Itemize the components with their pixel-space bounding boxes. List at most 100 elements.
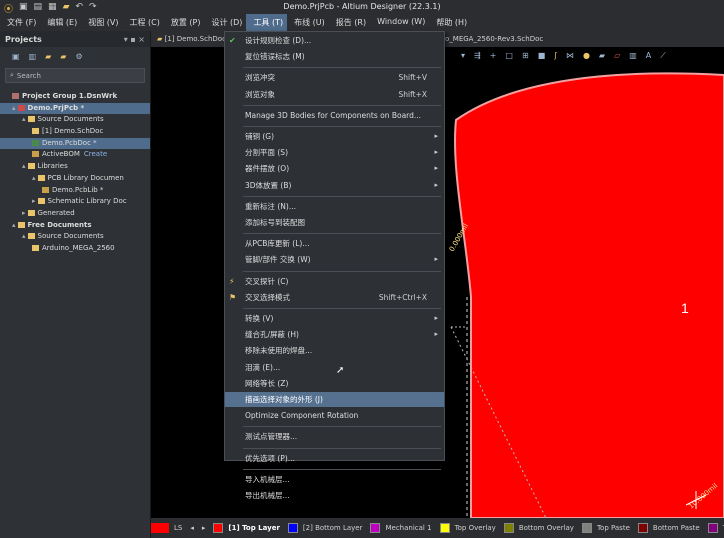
tools-menu-item[interactable]: 重新标注 (N)... [225,199,444,214]
tools-menu-item[interactable]: 3D体放置 (B) ▸ [225,178,444,193]
expand-arrow-icon[interactable]: ▴ [32,174,36,182]
tree-item[interactable]: ▴ Libraries [0,161,150,173]
scroll-right-button[interactable]: ▸ [202,524,206,532]
tools-menu-item[interactable]: 分割平面 (S) ▸ [225,145,444,160]
tools-menu-item[interactable]: 测试点管理器... [225,429,444,444]
tree-item[interactable]: ▴ PCB Library Documen [0,173,150,185]
tools-menu-item[interactable]: 导入机械层... [225,472,444,487]
layer-color-swatch [503,523,514,533]
tools-menu-item[interactable]: 复位错误标志 (M) [225,49,444,64]
region-icon[interactable]: ▱ [614,51,620,61]
menu-0[interactable]: 文件 (F) [0,14,40,31]
expand-arrow-icon[interactable]: ▴ [12,104,16,112]
tools-menu-item[interactable]: ✔ 设计规则检查 (D)... [225,33,444,48]
tools-menu-item[interactable]: 移除未使用的焊盘... [225,343,444,358]
tree-item[interactable]: ▸ Generated [0,208,150,220]
menu-1[interactable]: 编辑 (E) [40,14,81,31]
project-options-icon[interactable]: ▥ [29,52,37,61]
layer-tab[interactable]: Bottom Overlay [503,523,574,533]
menu-item-label: 添加标号到装配图 [245,218,305,227]
menu-7[interactable]: 布线 (U) [287,14,329,31]
settings-gear-icon[interactable]: ⚙ [75,52,82,61]
tree-item[interactable]: ActiveBOM Create [0,149,150,161]
tree-item[interactable]: Demo.PcbDoc * [0,137,150,150]
menu-9[interactable]: Window (W) [370,14,429,31]
create-link[interactable]: Create [84,150,107,158]
layer-tab[interactable]: Top Solder [707,523,724,533]
expand-arrow-icon[interactable]: ▴ [22,232,26,240]
tools-menu-item[interactable]: 描画选择对象的外形 (J) [225,392,444,407]
tools-menu-item[interactable]: ⚡ 交叉探针 (C) [225,274,444,289]
menu-8[interactable]: 报告 (R) [329,14,370,31]
tree-item[interactable]: ▴ Source Documents [0,114,150,126]
expand-arrow-icon[interactable]: ▴ [22,115,26,123]
text-icon[interactable]: A [646,51,651,61]
tools-menu-item[interactable]: 浏览对象 Shift+X [225,87,444,102]
menu-10[interactable]: 帮助 (H) [429,14,471,31]
menu-6[interactable]: 工具 (T) [246,14,288,31]
search-input[interactable]: ⌕ Search [5,68,145,83]
expand-arrow-icon[interactable]: ▴ [12,221,16,229]
layer-tab[interactable]: [1] Top Layer [213,523,280,533]
menu-4[interactable]: 放置 (P) [164,14,205,31]
tree-item[interactable]: Demo.PcbLib * [0,185,150,197]
save-project-icon[interactable]: ▣ [12,52,20,61]
interactive-route-icon[interactable]: ʃ [554,51,557,61]
layer-set-button[interactable]: LS [151,523,182,533]
tools-menu-item[interactable]: 缝合孔/屏蔽 (H) ▸ [225,327,444,342]
tools-menu-item[interactable]: 从PCB库更新 (L)... [225,236,444,251]
keepout-icon[interactable]: ▥ [629,51,637,61]
via-icon[interactable]: ● [583,51,590,61]
layer-tab[interactable]: Top Overlay [439,523,496,533]
expand-arrow-icon[interactable]: ▴ [22,162,26,170]
layer-tab[interactable]: [2] Bottom Layer [287,523,362,533]
collapse-arrow-icon[interactable]: ▸ [22,209,26,217]
tree-item[interactable]: [1] Demo.SchDoc [0,126,150,138]
diff-pair-icon[interactable]: ⋈ [566,51,574,61]
menu-item-shortcut: Shift+V [398,73,427,83]
menu-separator [243,67,441,69]
layer-tab-label: Top Paste [596,524,630,532]
menu-2[interactable]: 视图 (V) [81,14,122,31]
collapse-arrow-icon[interactable]: ▸ [32,197,36,205]
tree-item[interactable]: ▴ Source Documents [0,231,150,243]
tools-menu-item[interactable]: 网络等长 (Z) [225,376,444,391]
layer-tab[interactable]: Mechanical 1 [370,523,432,533]
tools-menu-item[interactable]: 导出机械层... [225,488,444,503]
tree-item[interactable]: ▸ Schematic Library Doc [0,196,150,208]
panel-controls[interactable]: ▾ ▪ × [124,35,145,44]
tools-menu-item[interactable]: 器件摆放 (O) ▸ [225,161,444,176]
tools-menu-item[interactable]: Optimize Component Rotation [225,408,444,423]
menu-5[interactable]: 设计 (D) [204,14,246,31]
board-shape[interactable] [453,72,724,518]
tree-item[interactable]: Project Group 1.DsnWrk [0,91,150,103]
scroll-left-button[interactable]: ◂ [190,524,194,532]
polygon-icon[interactable]: ▰ [599,51,605,61]
menu-3[interactable]: 工程 (C) [123,14,164,31]
tab-arduino-schdoc[interactable]: o_MEGA_2560-Rev3.SchDoc [441,31,543,47]
add-folder-icon[interactable]: ▰ [60,52,66,61]
layer-tab[interactable]: Top Paste [581,523,630,533]
tree-item[interactable]: ▴ Free Documents [0,220,150,232]
layer-tab[interactable]: Bottom Paste [637,523,700,533]
tools-menu-item[interactable]: 优先选项 (P)... [225,451,444,466]
tools-menu-item[interactable]: ⚑ 交叉选择模式 Shift+Ctrl+X [225,290,444,305]
line-icon[interactable]: ⟋ [660,51,666,61]
rectangle-icon[interactable]: □ [505,51,513,61]
tab-demo-schdoc[interactable]: ▰ [1] Demo.SchDoc [153,31,226,47]
tools-menu-item[interactable]: Manage 3D Bodies for Components on Board… [225,108,444,123]
filter-icon[interactable]: ▾ [461,51,465,61]
tools-menu-item[interactable]: 转换 (V) ▸ [225,311,444,326]
tools-menu-item[interactable]: 添加标号到装配图 [225,215,444,230]
tools-menu-item[interactable]: 铺铜 (G) ▸ [225,129,444,144]
fill-icon[interactable]: ■ [538,51,546,61]
tree-item[interactable]: ▴ Demo.PrjPcb * [0,102,150,115]
tools-menu-item[interactable]: 浏览冲突 Shift+V [225,70,444,85]
align-icon[interactable]: ⊞ [522,51,529,61]
tools-menu-item[interactable]: 泪滴 (E)... [225,360,444,375]
open-folder-icon[interactable]: ▰ [45,52,51,61]
plus-icon[interactable]: + [490,51,497,61]
tools-menu-item[interactable]: 管脚/部件 交换 (W) ▸ [225,252,444,267]
tree-item[interactable]: Arduino_MEGA_2560 [0,243,150,255]
route-icon[interactable]: ⇶ [474,51,481,61]
